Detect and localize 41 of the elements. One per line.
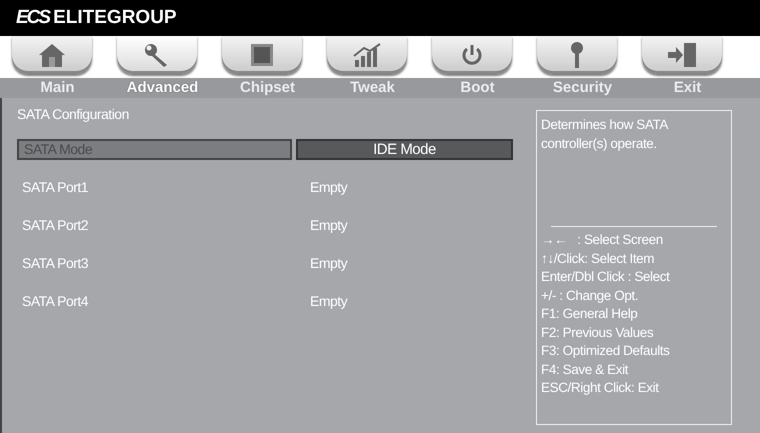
setting-label[interactable]: SATA Port3 — [17, 254, 292, 272]
tab-label[interactable]: Exit — [635, 78, 740, 98]
tab-button[interactable] — [537, 36, 617, 74]
setting-label[interactable]: SATA Port2 — [17, 216, 292, 234]
logo-mark: ECS — [16, 6, 50, 30]
key-hint: →← : Select Screen — [541, 231, 664, 249]
key-hint: +/- : Change Opt. — [541, 286, 640, 305]
brand-name: ELITEGROUP — [53, 6, 177, 30]
key-icon — [568, 41, 586, 69]
house-icon — [37, 42, 67, 68]
key-hint: F3: Optimized Defaults — [541, 342, 671, 360]
key-hint: F4: Save & Exit — [541, 360, 630, 378]
tab-button[interactable] — [12, 36, 92, 74]
setting-value: Empty — [309, 178, 348, 196]
tab-button[interactable] — [432, 36, 512, 74]
tab-button[interactable] — [117, 36, 197, 74]
setting-value: Empty — [309, 216, 348, 234]
key-hint: F2: Previous Values — [541, 324, 654, 342]
section-title: SATA Configuration — [17, 106, 129, 122]
setting-value: Empty — [309, 254, 348, 272]
exit-icon — [666, 42, 698, 68]
chip-icon — [248, 42, 276, 68]
key-hint: Enter/Dbl Click : Select — [541, 268, 671, 286]
key-hint: ESC/Right Click: Exit — [541, 379, 660, 397]
tab-label[interactable]: Security — [530, 78, 635, 98]
tab-button[interactable] — [642, 36, 722, 74]
tab-button[interactable] — [222, 36, 302, 74]
tab-label[interactable]: Advanced — [110, 78, 215, 98]
tab-label[interactable]: Boot — [425, 78, 530, 98]
setting-value[interactable]: IDE Mode — [296, 138, 513, 160]
setting-label[interactable]: SATA Port4 — [17, 292, 292, 310]
bar-chart-icon — [352, 42, 382, 68]
setting-label[interactable]: SATA Port1 — [17, 178, 292, 196]
help-description: Determines how SATA controller(s) operate. — [541, 116, 669, 153]
tab-label[interactable]: Chipset — [215, 78, 320, 98]
key-hint: F1: General Help — [541, 305, 638, 323]
key-hint: ↑↓/Click: Select Item — [541, 250, 656, 268]
tab-button[interactable] — [327, 36, 407, 74]
tab-label[interactable]: Tweak — [320, 78, 425, 98]
tab-label[interactable]: Main — [5, 78, 110, 98]
setting-value: Empty — [309, 292, 348, 310]
